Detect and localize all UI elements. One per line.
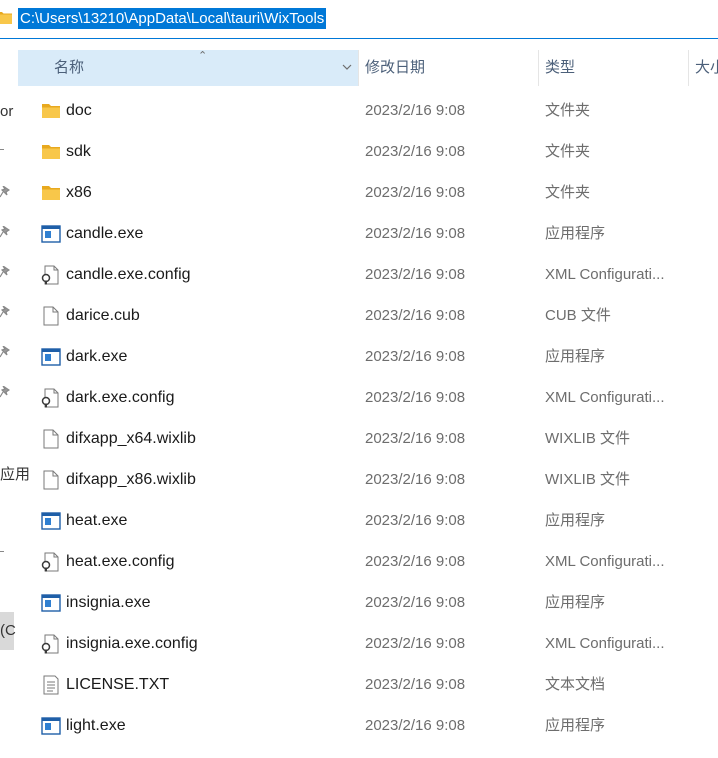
address-bar-focus-line xyxy=(0,38,718,39)
column-header-type-label: 类型 xyxy=(545,59,576,76)
file-row[interactable]: insignia.exe.config 2023/2/16 9:08 XML Con… xyxy=(0,623,718,664)
exe-icon xyxy=(40,592,62,614)
file-row[interactable]: sdk 2023/2/16 9:08 文件夹 xyxy=(0,131,718,172)
file-name[interactable]: difxapp_x64.wixlib xyxy=(66,418,196,459)
file-date-modified: 2023/2/16 9:08 xyxy=(365,102,466,119)
file-date-modified: 2023/2/16 9:08 xyxy=(365,389,466,406)
folder-icon xyxy=(0,12,12,24)
file-row[interactable]: difxapp_x64.wixlib 2023/2/16 9:08 WIXLIB 文… xyxy=(0,418,718,459)
sort-ascending-icon: ⌃ xyxy=(198,50,208,62)
column-header-name[interactable]: 名称 ⌃ xyxy=(18,50,358,86)
file-name[interactable]: heat.exe xyxy=(66,500,127,541)
folder-icon xyxy=(40,141,62,163)
chevron-down-icon[interactable] xyxy=(340,60,354,74)
file-row[interactable]: candle.exe 2023/2/16 9:08 应用程序 xyxy=(0,213,718,254)
file-type: 应用程序 xyxy=(545,225,606,242)
exe-icon xyxy=(40,346,62,368)
blank-file-icon xyxy=(40,305,62,327)
file-type: XML Configurati... xyxy=(545,266,665,283)
file-name[interactable]: heat.exe.config xyxy=(66,541,175,582)
file-name[interactable]: sdk xyxy=(66,131,91,172)
file-name[interactable]: LICENSE.TXT xyxy=(66,664,169,705)
file-date-modified: 2023/2/16 9:08 xyxy=(365,225,466,242)
file-name[interactable]: insignia.exe.config xyxy=(66,623,198,664)
file-name[interactable]: insignia.exe xyxy=(66,582,151,623)
column-header-type[interactable]: 类型 xyxy=(545,50,685,86)
file-date-modified: 2023/2/16 9:08 xyxy=(365,676,466,693)
column-header-date-label: 修改日期 xyxy=(365,59,426,76)
file-date-modified: 2023/2/16 9:08 xyxy=(365,512,466,529)
file-name[interactable]: dark.exe xyxy=(66,336,127,377)
column-divider[interactable] xyxy=(688,50,689,86)
file-type: 应用程序 xyxy=(545,717,606,734)
exe-icon xyxy=(40,715,62,737)
file-row[interactable]: heat.exe.config 2023/2/16 9:08 XML Configu… xyxy=(0,541,718,582)
file-row[interactable]: insignia.exe 2023/2/16 9:08 应用程序 xyxy=(0,582,718,623)
blank-file-icon xyxy=(40,469,62,491)
exe-icon xyxy=(40,223,62,245)
file-type: WIXLIB 文件 xyxy=(545,471,631,488)
file-name[interactable]: dark.exe.config xyxy=(66,377,175,418)
column-header-size[interactable]: 大小 xyxy=(695,50,718,86)
file-type: 文件夹 xyxy=(545,143,591,160)
address-bar[interactable]: C:\Users\13210\AppData\Local\tauri\WixTo… xyxy=(0,0,718,40)
column-header-size-label: 大小 xyxy=(695,59,718,76)
file-row[interactable]: doc 2023/2/16 9:08 文件夹 xyxy=(0,90,718,131)
file-date-modified: 2023/2/16 9:08 xyxy=(365,594,466,611)
file-date-modified: 2023/2/16 9:08 xyxy=(365,635,466,652)
column-header-date-modified[interactable]: 修改日期 xyxy=(365,50,535,86)
column-divider[interactable] xyxy=(358,50,359,86)
file-row[interactable]: x86 2023/2/16 9:08 文件夹 xyxy=(0,172,718,213)
file-date-modified: 2023/2/16 9:08 xyxy=(365,717,466,734)
folder-icon xyxy=(40,182,62,204)
column-header-row: 名称 ⌃ 修改日期 类型 大小 xyxy=(18,50,718,86)
file-type: 应用程序 xyxy=(545,594,606,611)
config-file-icon xyxy=(40,551,62,573)
file-date-modified: 2023/2/16 9:08 xyxy=(365,348,466,365)
address-path-text[interactable]: C:\Users\13210\AppData\Local\tauri\WixTo… xyxy=(18,8,327,29)
file-date-modified: 2023/2/16 9:08 xyxy=(365,553,466,570)
file-row[interactable]: candle.exe.config 2023/2/16 9:08 XML Confi… xyxy=(0,254,718,295)
file-row[interactable]: dark.exe.config 2023/2/16 9:08 XML Configu… xyxy=(0,377,718,418)
file-type: WIXLIB 文件 xyxy=(545,430,631,447)
file-row[interactable]: darice.cub 2023/2/16 9:08 CUB 文件 xyxy=(0,295,718,336)
file-type: XML Configurati... xyxy=(545,553,665,570)
exe-icon xyxy=(40,510,62,532)
file-date-modified: 2023/2/16 9:08 xyxy=(365,471,466,488)
file-type: 应用程序 xyxy=(545,348,606,365)
file-name[interactable]: light.exe xyxy=(66,705,126,746)
file-name[interactable]: x86 xyxy=(66,172,92,213)
config-file-icon xyxy=(40,387,62,409)
file-name[interactable]: difxapp_x86.wixlib xyxy=(66,459,196,500)
file-type: XML Configurati... xyxy=(545,389,665,406)
file-date-modified: 2023/2/16 9:08 xyxy=(365,307,466,324)
text-file-icon xyxy=(40,674,62,696)
file-type: CUB 文件 xyxy=(545,307,611,324)
folder-icon xyxy=(40,100,62,122)
file-type: XML Configurati... xyxy=(545,635,665,652)
file-row[interactable]: dark.exe 2023/2/16 9:08 应用程序 xyxy=(0,336,718,377)
blank-file-icon xyxy=(40,428,62,450)
file-date-modified: 2023/2/16 9:08 xyxy=(365,266,466,283)
config-file-icon xyxy=(40,633,62,655)
file-type: 文件夹 xyxy=(545,102,591,119)
file-date-modified: 2023/2/16 9:08 xyxy=(365,430,466,447)
file-name[interactable]: candle.exe.config xyxy=(66,254,191,295)
file-name[interactable]: candle.exe xyxy=(66,213,143,254)
file-type: 应用程序 xyxy=(545,512,606,529)
file-row[interactable]: light.exe 2023/2/16 9:08 应用程序 xyxy=(0,705,718,746)
file-date-modified: 2023/2/16 9:08 xyxy=(365,143,466,160)
column-header-name-label: 名称 xyxy=(54,59,85,76)
file-name[interactable]: doc xyxy=(66,90,92,131)
config-file-icon xyxy=(40,264,62,286)
file-row[interactable]: heat.exe 2023/2/16 9:08 应用程序 xyxy=(0,500,718,541)
file-type: 文件夹 xyxy=(545,184,591,201)
file-row[interactable]: LICENSE.TXT 2023/2/16 9:08 文本文档 xyxy=(0,664,718,705)
file-name[interactable]: darice.cub xyxy=(66,295,140,336)
file-date-modified: 2023/2/16 9:08 xyxy=(365,184,466,201)
file-row[interactable]: difxapp_x86.wixlib 2023/2/16 9:08 WIXLIB 文… xyxy=(0,459,718,500)
file-type: 文本文档 xyxy=(545,676,606,693)
column-divider[interactable] xyxy=(538,50,539,86)
